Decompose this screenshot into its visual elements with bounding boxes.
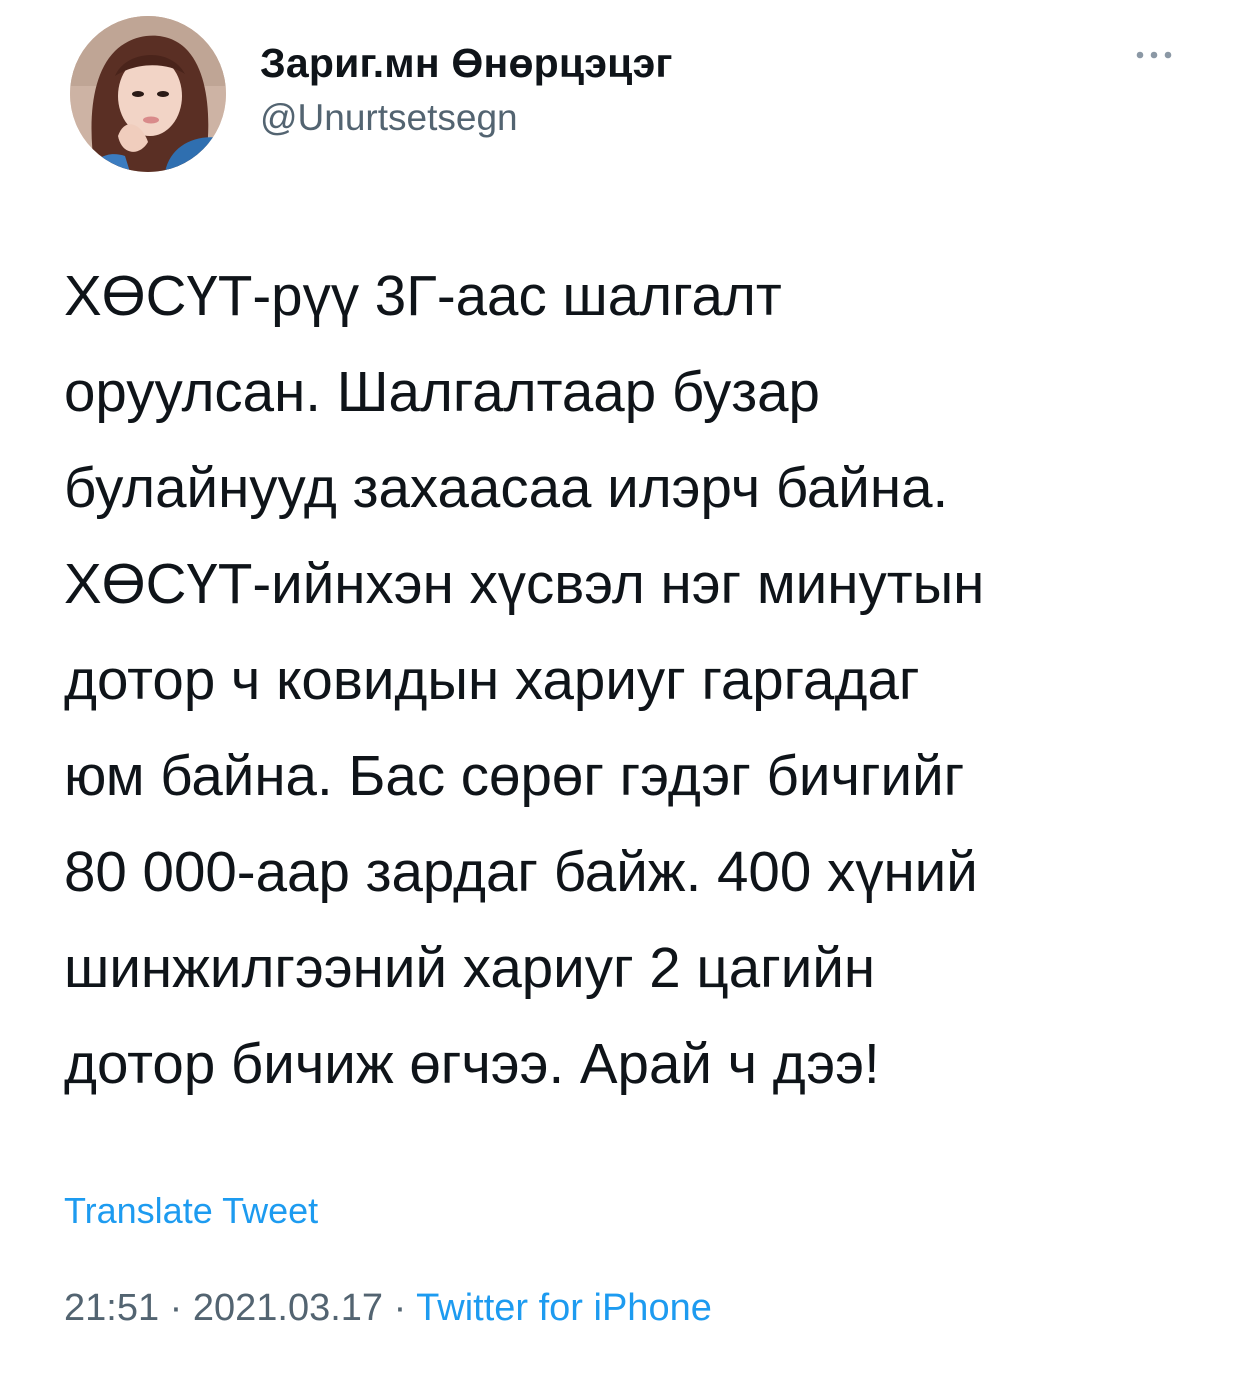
meta-separator: · (393, 1287, 417, 1329)
more-horizontal-icon[interactable] (1130, 40, 1178, 70)
avatar[interactable] (70, 16, 226, 172)
tweet-time[interactable]: 21:51 (64, 1287, 159, 1329)
avatar-image (70, 16, 226, 172)
tweet-text: ХӨСҮТ-рүү 3Г-аас шалгалт оруулсан. Шалга… (64, 264, 985, 1095)
tweet-metadata: 21:51 · 2021.03.17 · Twitter for iPhone (64, 1287, 712, 1330)
author-display-name[interactable]: Зариг.мн Өнөрцэцэг (260, 40, 673, 87)
tweet-date[interactable]: 2021.03.17 (193, 1287, 383, 1329)
meta-separator: · (169, 1287, 193, 1329)
translate-tweet-link[interactable]: Translate Tweet (64, 1190, 318, 1232)
author-handle[interactable]: @Unurtsetsegn (260, 97, 518, 139)
tweet-card: Зариг.мн Өнөрцэцэг @Unurtsetsegn ХӨСҮТ-р… (0, 0, 1242, 1377)
tweet-source-link[interactable]: Twitter for iPhone (416, 1287, 712, 1329)
